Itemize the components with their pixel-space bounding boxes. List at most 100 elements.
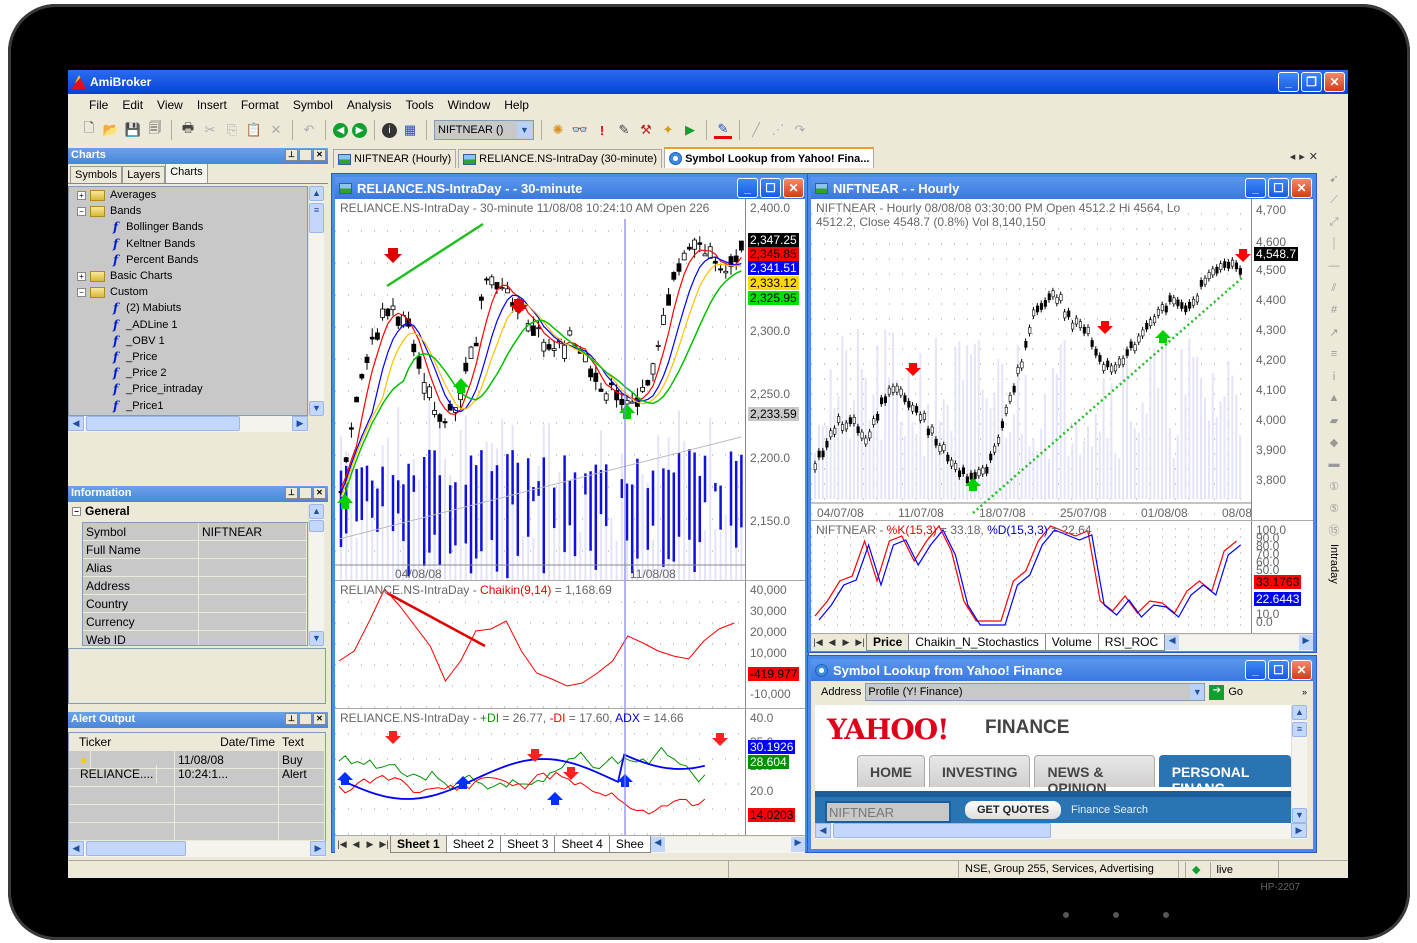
arrow-tool-icon[interactable]: ↗	[1326, 324, 1342, 340]
adx-pane[interactable]: RELIANCE.NS-IntraDay - +DI = 26.77, -DI …	[335, 709, 805, 853]
tree-item[interactable]: f _Price_intraday	[69, 381, 307, 397]
panel-close-button[interactable]: ✕	[313, 149, 326, 161]
wizard-icon[interactable]: ✦	[659, 121, 677, 139]
ellipse-tool-icon[interactable]: ◆	[1326, 434, 1342, 450]
close-button[interactable]: ✕	[783, 178, 804, 198]
sheet-tab[interactable]: Sheet 4	[554, 836, 610, 853]
next-sheet-icon[interactable]: ▶	[363, 839, 377, 850]
delete-icon[interactable]: ✕	[267, 121, 285, 139]
tree-item[interactable]: + Basic Charts	[69, 268, 307, 284]
menu-tools[interactable]: Tools	[399, 98, 441, 112]
tree-item[interactable]: + Averages	[69, 187, 307, 203]
tree-item[interactable]: f _ADLine 1	[69, 317, 307, 333]
last-sheet-icon[interactable]: ▶|	[853, 637, 867, 648]
drawing-color-icon[interactable]: ✎	[714, 121, 732, 139]
cut-icon[interactable]: ✂	[201, 121, 219, 139]
tree-item[interactable]: f _Price	[69, 349, 307, 365]
sheet-tab[interactable]: RSI_ROC	[1097, 634, 1166, 651]
menu-edit[interactable]: Edit	[115, 98, 150, 112]
sheet-tab[interactable]: Sheet 3	[500, 836, 556, 853]
fibonacci-fan-icon[interactable]: #	[1326, 302, 1342, 318]
go-button[interactable]: Go	[1228, 686, 1243, 698]
chevron-down-icon[interactable]: ▼	[517, 122, 532, 138]
last-sheet-icon[interactable]: ▶|	[377, 839, 391, 850]
vertical-line-icon[interactable]: ⏐	[1326, 236, 1342, 252]
col-text[interactable]: Text	[279, 733, 325, 750]
save-icon[interactable]: 💾	[124, 121, 142, 139]
alert-row[interactable]: ● RELIANCE.... 11/08/08 10:24:1... Buy Ale…	[69, 751, 325, 783]
doc-tab[interactable]: RELIANCE.NS-IntraDay (30-minute)	[458, 149, 663, 168]
sheet-hscrollbar[interactable]: ◀ ▶	[650, 836, 805, 853]
tab-nav-controls[interactable]: ◂▸✕	[1290, 150, 1322, 163]
minimize-button[interactable]: _	[1245, 660, 1266, 680]
copy-icon[interactable]: ⎘	[223, 121, 241, 139]
collapse-icon[interactable]: −	[77, 287, 86, 297]
doc-tab[interactable]: NIFTNEAR (Hourly)	[333, 149, 457, 168]
formula-editor-icon[interactable]: ✎	[615, 121, 633, 139]
tab-layers[interactable]: Layers	[122, 166, 166, 183]
first-sheet-icon[interactable]: |◀	[811, 637, 825, 648]
restore-button[interactable]: ❐	[1301, 72, 1322, 92]
tree-item[interactable]: f _Price1	[69, 397, 307, 413]
toolbar-overflow-icon[interactable]: »	[1302, 687, 1307, 697]
tree-vscrollbar[interactable]: ▲ ≡ ▼	[308, 186, 324, 416]
browser-hscrollbar[interactable]: ◀ ▶	[815, 823, 1307, 839]
menu-symbol[interactable]: Symbol	[286, 98, 340, 112]
menu-format[interactable]: Format	[234, 98, 286, 112]
parallel-lines-icon[interactable]: ⫽	[1326, 280, 1342, 296]
new-icon[interactable]: 🗋	[80, 120, 98, 139]
minimize-button[interactable]: _	[737, 178, 758, 198]
line-tool-icon[interactable]: ╱	[747, 121, 765, 139]
tree-item[interactable]: f Keltner Bands	[69, 236, 307, 252]
symbol-combo[interactable]: NIFTNEAR () ▼	[434, 120, 534, 140]
tree-item[interactable]: f _Price 2	[69, 365, 307, 381]
finance-search-link[interactable]: Finance Search	[1071, 804, 1148, 816]
address-input[interactable]: Profile (Y! Finance) ▼	[865, 683, 1206, 701]
collapse-icon[interactable]: −	[77, 206, 86, 216]
tree-hscrollbar[interactable]: ◀ ▶	[68, 416, 308, 432]
menu-file[interactable]: File	[82, 98, 115, 112]
maximize-button[interactable]: ☐	[1268, 660, 1289, 680]
open-icon[interactable]: 📂	[102, 121, 120, 139]
tab-symbols[interactable]: Symbols	[70, 166, 123, 183]
backtest-icon[interactable]: ▶	[681, 121, 699, 139]
first-sheet-icon[interactable]: |◀	[335, 839, 349, 850]
arc-tool-icon[interactable]: ↷	[791, 121, 809, 139]
stochastic-pane[interactable]: NIFTNEAR - %K(15,3) = 33.18, %D(15,3,3) …	[811, 521, 1313, 651]
expand-icon[interactable]: +	[77, 271, 86, 281]
paste-icon[interactable]: 📋	[245, 121, 263, 139]
panel-close-button[interactable]: ✕	[313, 713, 326, 725]
info-row[interactable]: Web ID	[83, 631, 307, 645]
maximize-button[interactable]: ☐	[1268, 178, 1289, 198]
tab-charts[interactable]: Charts	[165, 163, 208, 183]
interval-15-icon[interactable]: ⑮	[1326, 522, 1342, 538]
alert-icon[interactable]: !	[593, 121, 611, 139]
sheet-tab[interactable]: Chaikin_N_Stochastics	[908, 634, 1046, 651]
info-row[interactable]: Symbol NIFTNEAR	[83, 523, 307, 541]
col-ticker[interactable]: Ticker	[69, 733, 175, 750]
optimize-icon[interactable]: ⚒	[637, 121, 655, 139]
save-all-icon[interactable]: 🗐	[146, 120, 164, 139]
undo-icon[interactable]: ↶	[300, 121, 318, 139]
panel-maximize-button[interactable]	[299, 487, 312, 499]
info-vscrollbar[interactable]: ▲ ▼	[308, 504, 324, 646]
sheet-tab[interactable]: Sheet 1	[390, 836, 447, 853]
yahoo-nav-tab[interactable]: NEWS & OPINION	[1034, 755, 1155, 796]
yahoo-nav-tab[interactable]: HOME	[857, 755, 925, 787]
menu-window[interactable]: Window	[441, 98, 498, 112]
sheet-hscrollbar[interactable]: ◀ ▶	[1165, 634, 1313, 651]
sheet-tab[interactable]: Sheet 2	[445, 836, 502, 853]
tree-item[interactable]: f Percent Bands	[69, 252, 307, 268]
expand-icon[interactable]: +	[77, 190, 86, 200]
chaikin-pane[interactable]: RELIANCE.NS-IntraDay - Chaikin(9,14) = 1…	[335, 581, 805, 709]
info-row[interactable]: Country	[83, 595, 307, 613]
pin-icon[interactable]: ⊥	[285, 713, 298, 725]
pin-icon[interactable]: ⊥	[285, 149, 298, 161]
close-button[interactable]: ✕	[1291, 660, 1312, 680]
text-tool-icon[interactable]: ⅰ	[1326, 368, 1342, 384]
tree-item[interactable]: f (2) Mabiuts	[69, 300, 307, 316]
close-button[interactable]: ✕	[1324, 72, 1345, 92]
tree-item[interactable]: − Custom	[69, 284, 307, 300]
menu-analysis[interactable]: Analysis	[340, 98, 399, 112]
tree-item[interactable]: f Bollinger Bands	[69, 219, 307, 235]
